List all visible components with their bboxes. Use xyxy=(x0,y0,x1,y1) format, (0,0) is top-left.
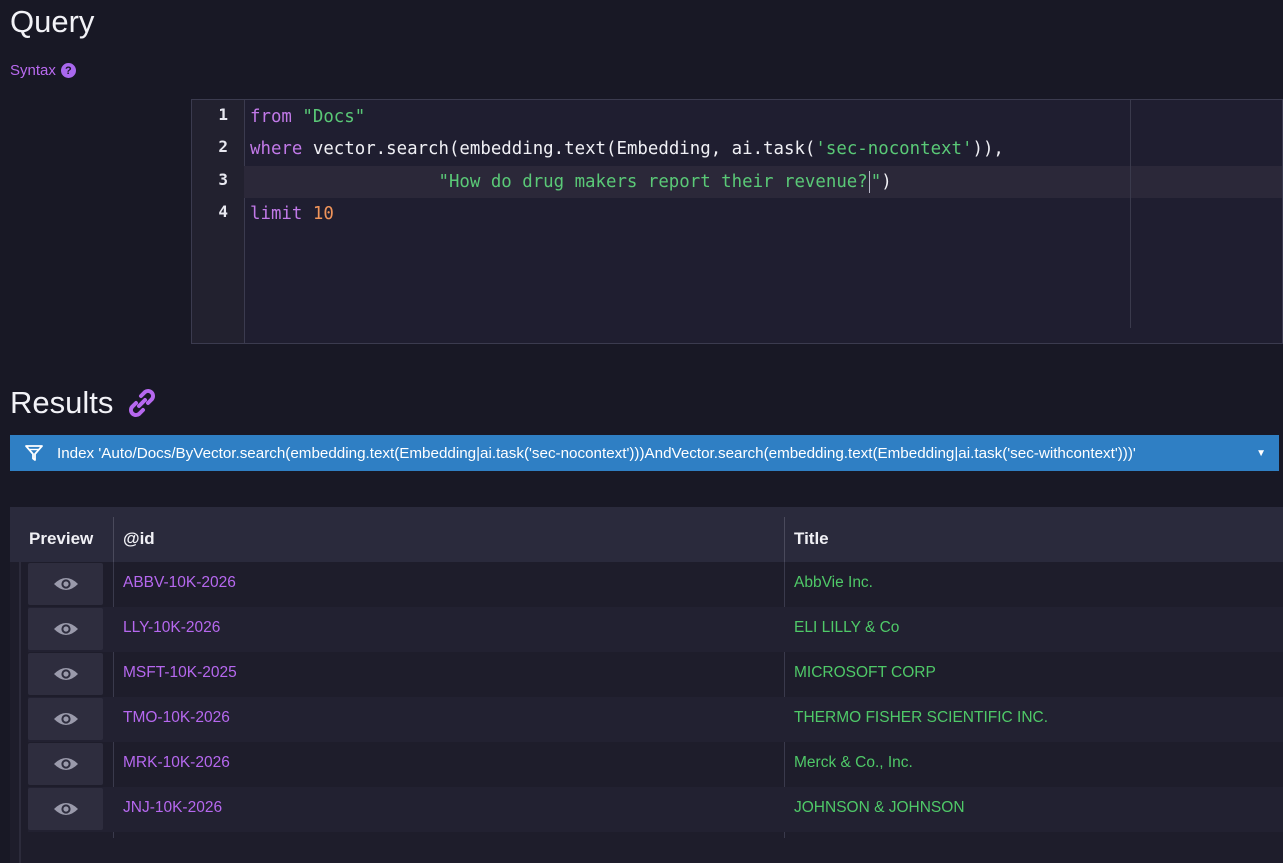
syntax-link[interactable]: Syntax ? xyxy=(10,62,76,79)
results-heading: Results xyxy=(10,385,159,421)
code-string: "Docs" xyxy=(302,107,366,127)
query-editor[interactable]: 1 2 3 4 from "Docs" where vector.search(… xyxy=(191,99,1283,344)
table-row[interactable]: LLY-10K-2026 ELI LILLY & Co xyxy=(28,607,1283,652)
id-link[interactable]: TMO-10K-2026 xyxy=(123,697,230,742)
line-number: 1 xyxy=(218,105,228,124)
preview-button[interactable] xyxy=(28,608,103,650)
table-row[interactable]: MRK-10K-2026 Merck & Co., Inc. xyxy=(28,742,1283,787)
table-row[interactable]: MSFT-10K-2025 MICROSOFT CORP xyxy=(28,652,1283,697)
column-header-preview[interactable]: Preview xyxy=(29,507,93,562)
title-cell: AbbVie Inc. xyxy=(794,574,873,591)
title-cell: JOHNSON & JOHNSON xyxy=(794,799,965,816)
preview-button[interactable] xyxy=(28,743,103,785)
code-string: " xyxy=(870,172,882,192)
code-string: "How do drug makers report their revenue… xyxy=(438,172,868,192)
syntax-label: Syntax xyxy=(10,62,56,79)
eye-icon xyxy=(53,668,78,680)
code-number: 10 xyxy=(312,204,334,224)
title-cell: Merck & Co., Inc. xyxy=(794,754,913,771)
code-area[interactable]: from "Docs" where vector.search(embeddin… xyxy=(250,100,1282,343)
title-cell: ELI LILLY & Co xyxy=(794,619,900,636)
id-link[interactable]: MRK-10K-2026 xyxy=(123,742,230,787)
eye-icon xyxy=(53,713,78,725)
code-text: ) xyxy=(881,172,892,192)
text-cursor xyxy=(868,171,870,193)
link-icon[interactable] xyxy=(125,386,159,420)
id-link[interactable]: LLY-10K-2026 xyxy=(123,607,220,652)
preview-button[interactable] xyxy=(28,563,103,605)
column-header-id[interactable]: @id xyxy=(123,507,155,562)
table-row[interactable]: ABBV-10K-2026 AbbVie Inc. xyxy=(28,562,1283,607)
editor-ruler-guide xyxy=(1130,100,1131,328)
grid-header: Preview @id Title xyxy=(10,507,1283,562)
code-string: 'sec-nocontext' xyxy=(815,139,973,159)
line-number: 4 xyxy=(218,202,228,221)
preview-button[interactable] xyxy=(28,698,103,740)
code-line-2: where vector.search(embedding.text(Embed… xyxy=(250,133,1004,165)
row-selection-bar xyxy=(19,562,21,863)
caret-down-icon[interactable]: ▼ xyxy=(1256,448,1266,459)
id-link[interactable]: JNJ-10K-2026 xyxy=(123,787,222,832)
eye-icon xyxy=(53,758,78,770)
eye-icon xyxy=(53,578,78,590)
query-heading: Query xyxy=(10,4,95,39)
eye-icon xyxy=(53,623,78,635)
title-cell: MICROSOFT CORP xyxy=(794,664,936,681)
code-keyword: limit xyxy=(250,204,303,224)
code-text: )), xyxy=(972,139,1004,159)
code-line-4: limit 10 xyxy=(250,198,334,230)
column-divider[interactable] xyxy=(113,517,114,562)
id-link[interactable]: ABBV-10K-2026 xyxy=(123,562,236,607)
help-icon[interactable]: ? xyxy=(60,63,76,78)
code-line-3: "How do drug makers report their revenue… xyxy=(250,166,892,198)
id-link[interactable]: MSFT-10K-2025 xyxy=(123,652,237,697)
results-grid: Preview @id Title ABBV-10K-2026 AbbVie I… xyxy=(10,507,1283,863)
preview-button[interactable] xyxy=(28,653,103,695)
column-header-title[interactable]: Title xyxy=(794,507,829,562)
line-number: 3 xyxy=(218,170,228,189)
title-cell: THERMO FISHER SCIENTIFIC INC. xyxy=(794,709,1049,726)
line-number-gutter: 1 2 3 4 xyxy=(192,100,245,343)
preview-button[interactable] xyxy=(28,788,103,830)
index-selector[interactable]: Index 'Auto/Docs/ByVector.search(embeddi… xyxy=(10,435,1279,471)
eye-icon xyxy=(53,803,78,815)
code-keyword: from xyxy=(250,107,292,127)
filter-icon xyxy=(25,445,43,461)
column-divider[interactable] xyxy=(784,517,785,562)
table-row[interactable]: JNJ-10K-2026 JOHNSON & JOHNSON xyxy=(28,787,1283,832)
results-title: Results xyxy=(10,385,114,420)
code-keyword: where xyxy=(250,139,303,159)
table-row[interactable]: TMO-10K-2026 THERMO FISHER SCIENTIFIC IN… xyxy=(28,697,1283,742)
line-number: 2 xyxy=(218,137,228,156)
code-line-1: from "Docs" xyxy=(250,101,365,133)
index-name: Index 'Auto/Docs/ByVector.search(embeddi… xyxy=(57,444,1136,462)
code-text: vector.search(embedding.text(Embedding, … xyxy=(312,139,816,159)
